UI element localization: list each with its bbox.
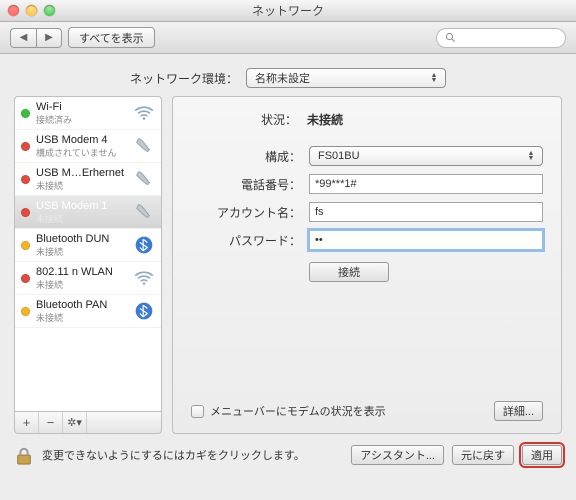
config-value: FS01BU: [318, 150, 360, 162]
status-dot: [21, 175, 30, 184]
interface-name: 802.11 n WLAN: [36, 266, 127, 278]
sidebar-item-6[interactable]: Bluetooth PAN未接続: [15, 295, 161, 328]
bt-icon: [133, 300, 155, 322]
status-dot: [21, 109, 30, 118]
sidebar-item-5[interactable]: 802.11 n WLAN未接続: [15, 262, 161, 295]
status-dot: [21, 274, 30, 283]
phone-icon: [133, 135, 155, 157]
interface-name: Bluetooth DUN: [36, 233, 127, 245]
interface-status: 未接続: [36, 212, 127, 225]
zoom-icon[interactable]: [44, 5, 55, 16]
revert-button[interactable]: 元に戻す: [452, 445, 514, 465]
search-input[interactable]: [436, 28, 566, 48]
back-button[interactable]: ◀: [10, 28, 36, 48]
interface-name: USB Modem 1: [36, 200, 127, 212]
interface-list: Wi-Fi接続済みUSB Modem 4構成されていませんUSB M…Erher…: [14, 96, 162, 412]
interface-status: 未接続: [36, 311, 127, 324]
show-all-button[interactable]: すべてを表示: [68, 27, 155, 48]
menubar-checkbox-label: メニューバーにモデムの状況を表示: [210, 403, 488, 419]
sidebar-item-1[interactable]: USB Modem 4構成されていません: [15, 130, 161, 163]
traffic-lights: [8, 5, 55, 16]
interface-status: 未接続: [36, 179, 127, 192]
config-popup[interactable]: FS01BU ▲▼: [309, 146, 543, 166]
password-input[interactable]: ••: [309, 230, 543, 250]
sidebar-item-0[interactable]: Wi-Fi接続済み: [15, 97, 161, 130]
interface-status: 未接続: [36, 278, 127, 291]
status-label: 状況：: [197, 111, 297, 128]
sidebar: Wi-Fi接続済みUSB Modem 4構成されていませんUSB M…Erher…: [14, 96, 162, 434]
wifi-icon: [133, 267, 155, 289]
connect-button[interactable]: 接続: [309, 262, 389, 282]
menubar-checkbox[interactable]: [191, 405, 204, 418]
phone-input[interactable]: *99***1#: [309, 174, 543, 194]
forward-button[interactable]: ▶: [36, 28, 62, 48]
chevron-updown-icon: ▲▼: [524, 151, 538, 161]
close-icon[interactable]: [8, 5, 19, 16]
bt-icon: [133, 234, 155, 256]
account-label: アカウント名：: [191, 204, 301, 221]
apply-button[interactable]: 適用: [522, 445, 562, 465]
window-title: ネットワーク: [0, 2, 576, 19]
bottom-bar: 変更できないようにするにはカギをクリックします。 アシスタント... 元に戻す …: [0, 434, 576, 476]
status-row: 状況： 未接続: [197, 111, 543, 128]
nav-segment: ◀ ▶: [10, 28, 62, 48]
sidebar-item-3[interactable]: USB Modem 1未接続: [15, 196, 161, 229]
sidebar-item-4[interactable]: Bluetooth DUN未接続: [15, 229, 161, 262]
config-label: 構成：: [191, 148, 301, 165]
network-location-popup[interactable]: 名称未設定 ▲▼: [246, 68, 446, 88]
remove-button[interactable]: −: [39, 412, 63, 433]
status-dot: [21, 307, 30, 316]
wifi-icon: [133, 102, 155, 124]
account-input[interactable]: fs: [309, 202, 543, 222]
network-location-label: ネットワーク環境：: [130, 70, 238, 87]
status-dot: [21, 208, 30, 217]
network-location-row: ネットワーク環境： 名称未設定 ▲▼: [0, 54, 576, 96]
lock-icon[interactable]: [14, 444, 34, 466]
interface-status: 構成されていません: [36, 146, 127, 159]
interface-name: USB M…Erhernet: [36, 167, 127, 179]
network-location-value: 名称未設定: [255, 70, 310, 86]
sidebar-item-2[interactable]: USB M…Erhernet未接続: [15, 163, 161, 196]
interface-name: Wi-Fi: [36, 101, 127, 113]
interface-status: 接続済み: [36, 113, 127, 126]
phone-icon: [133, 168, 155, 190]
minimize-icon[interactable]: [26, 5, 37, 16]
titlebar: ネットワーク: [0, 0, 576, 22]
lock-text: 変更できないようにするにはカギをクリックします。: [42, 447, 343, 463]
chevron-updown-icon: ▲▼: [427, 73, 441, 83]
phone-label: 電話番号：: [191, 176, 301, 193]
phone-icon: [133, 201, 155, 223]
password-label: パスワード：: [191, 232, 301, 249]
sidebar-footer: + − ✲▾: [14, 412, 162, 434]
toolbar: ◀ ▶ すべてを表示: [0, 22, 576, 54]
status-value: 未接続: [307, 111, 343, 128]
interface-name: USB Modem 4: [36, 134, 127, 146]
search-icon: [445, 32, 456, 43]
add-button[interactable]: +: [15, 412, 39, 433]
status-dot: [21, 142, 30, 151]
status-dot: [21, 241, 30, 250]
action-menu[interactable]: ✲▾: [63, 412, 87, 433]
assistant-button[interactable]: アシスタント...: [351, 445, 444, 465]
interface-status: 未接続: [36, 245, 127, 258]
interface-name: Bluetooth PAN: [36, 299, 127, 311]
detail-panel: 状況： 未接続 構成： FS01BU ▲▼ 電話番号： *99***1# アカウ…: [172, 96, 562, 434]
advanced-button[interactable]: 詳細...: [494, 401, 543, 421]
